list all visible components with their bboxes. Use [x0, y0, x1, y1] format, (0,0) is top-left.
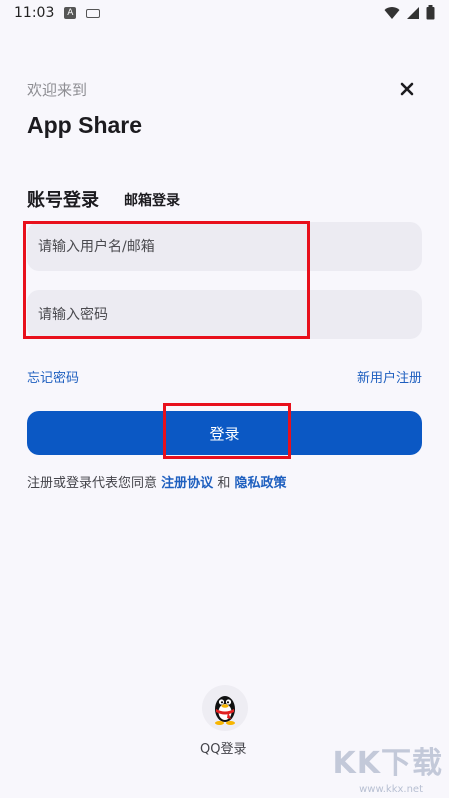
- tab-email-login[interactable]: 邮箱登录: [124, 190, 180, 210]
- status-bar: 11:03 A: [0, 0, 449, 26]
- app-title: App Share: [27, 112, 143, 138]
- qq-login-button[interactable]: [202, 685, 248, 731]
- agreement-text: 注册或登录代表您同意 注册协议 和 隐私政策: [27, 472, 286, 491]
- login-button[interactable]: 登录: [27, 411, 422, 455]
- battery-icon: [426, 5, 435, 20]
- close-button[interactable]: [398, 80, 416, 98]
- qq-login-label[interactable]: QQ登录: [200, 738, 246, 757]
- agreement-prefix: 注册或登录代表您同意: [27, 476, 158, 491]
- login-button-label: 登录: [209, 424, 240, 443]
- wifi-icon: [384, 6, 400, 19]
- privacy-link[interactable]: 隐私政策: [234, 476, 286, 491]
- username-input[interactable]: [27, 222, 422, 271]
- welcome-text: 欢迎来到: [27, 81, 88, 99]
- notification-a-icon: A: [64, 7, 77, 19]
- new-user-register-link[interactable]: 新用户注册: [357, 367, 422, 386]
- status-right-icons: [384, 5, 435, 20]
- status-time: 11:03: [14, 5, 55, 21]
- password-input[interactable]: [27, 290, 422, 339]
- terms-link[interactable]: 注册协议: [161, 476, 213, 491]
- tab-account-login[interactable]: 账号登录: [27, 186, 99, 212]
- close-icon: [400, 82, 414, 96]
- keyboard-icon: [86, 8, 101, 18]
- forgot-password-link[interactable]: 忘记密码: [27, 367, 79, 386]
- qq-penguin-icon: [215, 696, 235, 725]
- signal-icon: [407, 6, 419, 19]
- agreement-and: 和: [217, 476, 231, 491]
- watermark-logo: KK下载: [332, 746, 443, 781]
- watermark-url: www.kkx.net: [359, 784, 423, 795]
